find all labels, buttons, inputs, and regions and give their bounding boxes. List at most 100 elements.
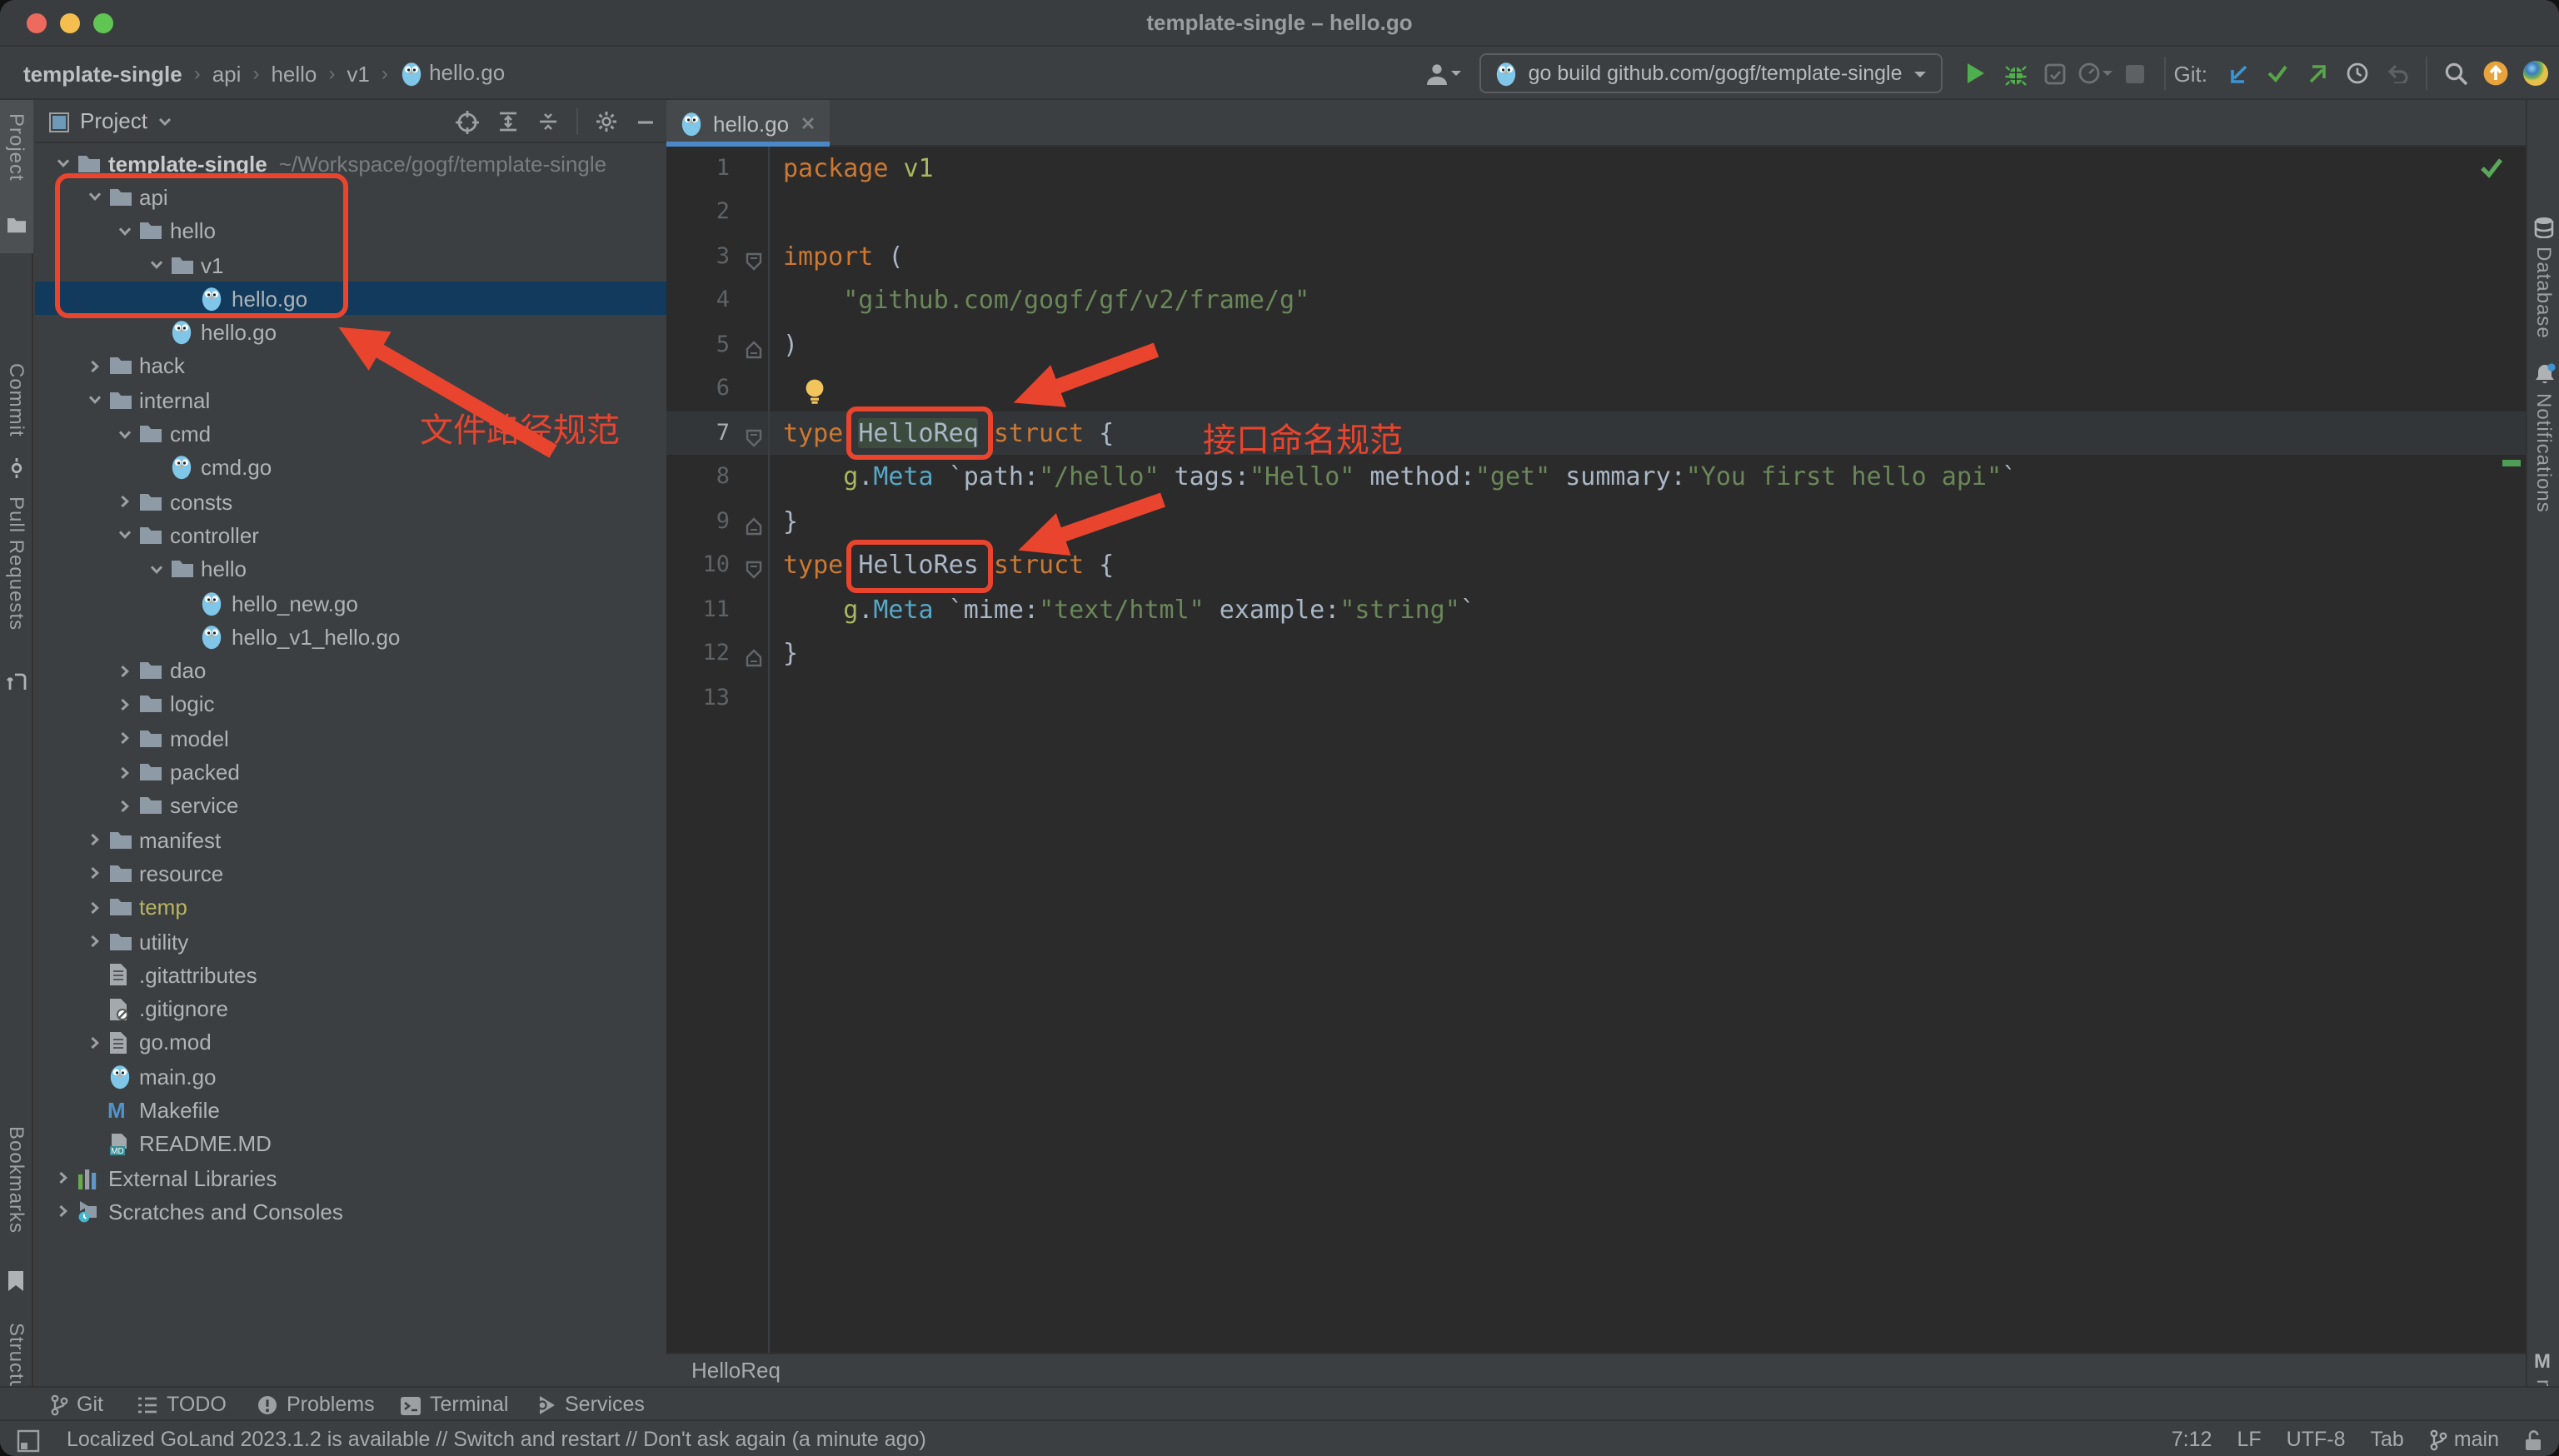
git-push-button[interactable] (2297, 53, 2337, 93)
search-everywhere-button[interactable] (2436, 53, 2476, 93)
fold-marker-icon[interactable] (745, 556, 763, 586)
tree-item-hello_v1_hello-go[interactable]: hello_v1_hello.go (35, 620, 666, 654)
tree-chevron-icon[interactable] (50, 1169, 77, 1186)
expand-all-button[interactable] (496, 110, 520, 133)
tree-item--gitattributes[interactable]: .gitattributes (35, 958, 666, 992)
tree-item--gitignore[interactable]: .gitignore (35, 992, 666, 1026)
tree-item-hello_new-go[interactable]: hello_new.go (35, 586, 666, 621)
tree-item-hello-go[interactable]: hello.go (35, 282, 666, 316)
database-icon[interactable] (2534, 213, 2554, 243)
tree-item-internal[interactable]: internal (35, 383, 666, 417)
tree-item-temp[interactable]: temp (35, 890, 666, 925)
tree-chevron-icon[interactable] (81, 933, 107, 950)
tree-item-hack[interactable]: hack (35, 350, 666, 384)
tool-window-button-services[interactable]: Services (536, 1388, 645, 1421)
indent-style[interactable]: Tab (2371, 1428, 2404, 1451)
breadcrumb-item-hello[interactable]: hello (271, 61, 317, 86)
tree-item-utility[interactable]: utility (35, 925, 666, 959)
tree-item-template-single[interactable]: template-single~/Workspace/gogf/template… (35, 147, 666, 181)
tree-chevron-icon[interactable] (112, 764, 138, 780)
tree-item-dao[interactable]: dao (35, 654, 666, 688)
tree-item-manifest[interactable]: manifest (35, 823, 666, 857)
fold-marker-icon[interactable] (745, 335, 763, 365)
collapse-all-button[interactable] (536, 110, 560, 133)
strip-tab-bookmarks[interactable]: Bookmarks (5, 1126, 28, 1256)
rollback-button[interactable] (2377, 53, 2417, 93)
git-branch-widget[interactable]: main (2429, 1428, 2499, 1451)
fold-marker-icon[interactable] (745, 423, 763, 453)
git-update-button[interactable] (2217, 53, 2257, 93)
tool-window-button-todo[interactable]: TODO (137, 1388, 227, 1421)
tree-chevron-icon[interactable] (112, 798, 138, 815)
code-editor[interactable]: 1package v123import (4 "github.com/gogf/… (666, 147, 2526, 1353)
run-button[interactable] (1956, 53, 1996, 93)
breadcrumb-item-template-single[interactable]: template-single (23, 61, 182, 86)
fold-marker-icon[interactable] (745, 247, 763, 277)
tree-item-main-go[interactable]: main.go (35, 1060, 666, 1094)
tree-item-packed[interactable]: packed (35, 755, 666, 790)
tree-chevron-icon[interactable] (81, 831, 107, 848)
tree-chevron-icon[interactable] (112, 730, 138, 746)
ide-update-notification-icon[interactable] (2476, 53, 2516, 93)
breadcrumb-item-v1[interactable]: v1 (347, 61, 369, 86)
tree-item-makefile[interactable]: MMakefile (35, 1094, 666, 1128)
tree-chevron-icon[interactable] (142, 561, 169, 577)
git-commit-button[interactable] (2257, 53, 2297, 93)
pull-requests-icon[interactable] (7, 666, 27, 696)
tree-item-cmd[interactable]: cmd (35, 417, 666, 451)
gear-icon[interactable] (595, 110, 618, 133)
tree-item-v1[interactable]: v1 (35, 248, 666, 282)
strip-tab-database[interactable]: Database (2532, 247, 2556, 343)
profiler-button[interactable] (2076, 53, 2116, 93)
tree-chevron-icon[interactable] (112, 493, 138, 510)
make-icon[interactable]: M (2534, 1346, 2551, 1376)
hide-panel-button[interactable] (635, 111, 656, 132)
tree-item-scratches-and-consoles[interactable]: Scratches and Consoles (35, 1195, 666, 1229)
tree-chevron-icon[interactable] (142, 257, 169, 273)
tree-chevron-icon[interactable] (81, 391, 107, 408)
run-with-coverage-button[interactable] (2036, 53, 2076, 93)
chevron-down-icon[interactable] (157, 112, 174, 129)
stop-button[interactable] (2116, 53, 2156, 93)
tree-chevron-icon[interactable] (81, 358, 107, 375)
fold-marker-icon[interactable] (745, 511, 763, 541)
file-encoding[interactable]: UTF-8 (2287, 1428, 2346, 1451)
close-window-button[interactable] (27, 13, 47, 33)
tree-chevron-icon[interactable] (112, 222, 138, 239)
status-message[interactable]: Localized GoLand 2023.1.2 is available /… (67, 1421, 926, 1456)
tree-item-external-libraries[interactable]: External Libraries (35, 1161, 666, 1195)
tree-item-service[interactable]: service (35, 789, 666, 823)
tree-chevron-icon[interactable] (81, 189, 107, 206)
close-tab-icon[interactable] (799, 115, 816, 132)
strip-tab-project[interactable]: Project (5, 113, 28, 203)
tool-window-button-problems[interactable]: Problems (257, 1388, 375, 1421)
tree-chevron-icon[interactable] (112, 527, 138, 544)
bookmarks-icon[interactable] (7, 1266, 25, 1296)
run-configuration-select[interactable]: go build github.com/gogf/template-single (1480, 53, 1943, 93)
tree-chevron-icon[interactable] (112, 662, 138, 679)
tree-chevron-icon[interactable] (112, 696, 138, 713)
tree-item-controller[interactable]: controller (35, 519, 666, 553)
tree-item-readme-md[interactable]: MDREADME.MD (35, 1127, 666, 1161)
project-panel-title[interactable]: Project (80, 108, 147, 133)
tree-chevron-icon[interactable] (112, 426, 138, 442)
notifications-icon[interactable] (2534, 360, 2556, 390)
intention-bulb-icon[interactable] (803, 378, 826, 408)
strip-tab-pull-requests[interactable]: Pull Requests (5, 496, 28, 653)
tree-chevron-icon[interactable] (81, 899, 107, 915)
zoom-window-button[interactable] (93, 13, 113, 33)
tree-item-cmd-go[interactable]: cmd.go (35, 451, 666, 485)
strip-tab-notifications[interactable]: Notifications (2532, 393, 2556, 520)
locate-file-button[interactable] (455, 109, 480, 134)
minimize-window-button[interactable] (60, 13, 80, 33)
tree-chevron-icon[interactable] (50, 1204, 77, 1220)
line-separator[interactable]: LF (2237, 1428, 2261, 1451)
history-button[interactable] (2337, 53, 2377, 93)
inspections-ok-icon[interactable] (2479, 157, 2504, 178)
tool-window-button-terminal[interactable]: Terminal (400, 1388, 509, 1421)
tree-item-logic[interactable]: logic (35, 688, 666, 722)
debug-button[interactable] (1996, 53, 2036, 93)
tree-chevron-icon[interactable] (81, 865, 107, 882)
user-account-icon[interactable] (1424, 53, 1464, 93)
tool-window-button-git[interactable]: Git (50, 1388, 103, 1421)
